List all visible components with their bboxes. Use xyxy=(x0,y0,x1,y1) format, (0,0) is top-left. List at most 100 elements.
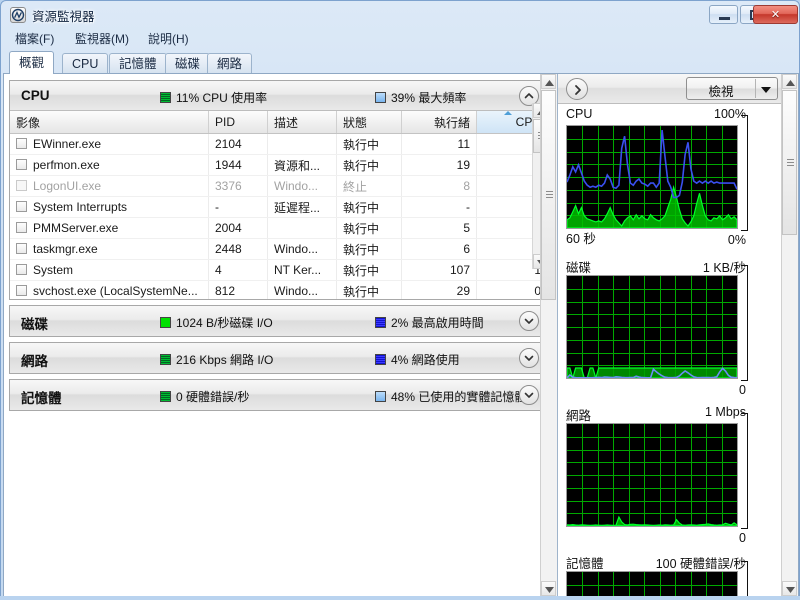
left-pane-scrollbar[interactable] xyxy=(540,74,557,596)
scroll-thumb[interactable] xyxy=(541,90,556,300)
right-pane: 檢視 CPU 100% 0% 60 秒磁碟 1 KB/秒 0 網路 1 Mbps 0 記憶體 100… xyxy=(557,74,798,596)
row-checkbox[interactable] xyxy=(16,285,27,296)
scroll-up-button[interactable] xyxy=(782,74,797,89)
cell-pid: 812 xyxy=(208,280,268,299)
column-header-desc[interactable]: 描述 xyxy=(267,111,337,134)
cell-image: perfmon.exe xyxy=(10,154,209,176)
graph-plot[interactable] xyxy=(566,423,738,527)
row-checkbox[interactable] xyxy=(16,138,27,149)
graph-plot[interactable] xyxy=(566,275,738,379)
scroll-down-button[interactable] xyxy=(541,581,556,596)
graph-range-bracket xyxy=(741,265,748,381)
table-row[interactable]: PMMServer.exe2004執行中511.19 xyxy=(10,217,548,239)
right-pane-scrollbar[interactable] xyxy=(781,74,798,596)
triangle-up-icon xyxy=(786,80,795,86)
scroll-up-button[interactable] xyxy=(541,74,556,89)
sort-ascending-icon xyxy=(504,111,512,115)
scroll-thumb-grip xyxy=(787,158,794,167)
table-row[interactable]: perfmon.exe1944資源和...執行中1921.28 xyxy=(10,154,548,176)
graph-range-bracket xyxy=(741,561,748,596)
column-header-threads[interactable]: 執行緒 xyxy=(401,111,477,134)
graph-記憶體: 記憶體 100 硬體錯誤/秒 xyxy=(566,553,748,596)
disk-section-header[interactable]: 磁碟 1024 B/秒磁碟 I/O 2% 最高啟用時間 xyxy=(10,306,548,336)
column-header-status[interactable]: 狀態 xyxy=(336,111,402,134)
minimize-button[interactable] xyxy=(709,5,738,24)
view-dropdown-button[interactable]: 檢視 xyxy=(686,77,778,100)
green-swatch-icon xyxy=(160,354,171,365)
menu-monitor[interactable]: 監視器(M) xyxy=(68,31,136,48)
cell-status: 執行中 xyxy=(336,133,402,155)
navy-swatch-icon xyxy=(375,354,386,365)
table-row[interactable]: svchost.exe (LocalSystemNe... 812 Windo...… xyxy=(10,280,548,299)
graph-title: 網路 xyxy=(566,409,592,423)
memory-section-header[interactable]: 記憶體 0 硬體錯誤/秒 48% 已使用的實體記憶體 xyxy=(10,380,548,410)
cell-threads: 5 xyxy=(401,217,477,239)
menu-file[interactable]: 檔案(F) xyxy=(8,31,61,48)
network-section-expand-button[interactable] xyxy=(519,348,539,368)
cell-status: 執行中 xyxy=(336,217,402,239)
scroll-down-button[interactable] xyxy=(782,581,797,596)
cell-pid: 1944 xyxy=(208,154,268,176)
cell-pid: 2104 xyxy=(208,133,268,155)
blue-swatch-icon xyxy=(375,92,386,103)
cell-image: EWinner.exe xyxy=(10,133,209,155)
graph-plot[interactable] xyxy=(566,571,738,596)
graph-timespan-label: 60 秒 xyxy=(566,232,596,246)
graph-min-label: 0 xyxy=(739,531,746,545)
cpu-usage-legend: 11% CPU 使用率 xyxy=(160,89,267,106)
cell-pid: - xyxy=(208,196,268,218)
process-table: 影像 PID 描述 狀態 執行緒 CPU 平均 C... xyxy=(10,111,548,299)
tab-network[interactable]: 網路 xyxy=(207,53,253,74)
cell-pid: 3376 xyxy=(208,175,268,197)
tab-memory[interactable]: 記憶體 xyxy=(109,53,167,74)
cpu-frequency-legend: 39% 最大頻率 xyxy=(375,89,466,106)
menu-help[interactable]: 說明(H) xyxy=(141,31,196,48)
cpu-section-title: CPU xyxy=(21,88,50,103)
disk-section-expand-button[interactable] xyxy=(519,311,539,331)
graph-min-label: 0 xyxy=(739,383,746,397)
blue-swatch-icon xyxy=(375,391,386,402)
row-checkbox[interactable] xyxy=(16,222,27,233)
network-section-header[interactable]: 網路 216 Kbps 網路 I/O 4% 網路使用 xyxy=(10,343,548,373)
column-header-image[interactable]: 影像 xyxy=(10,111,209,134)
chevron-down-icon xyxy=(524,355,534,361)
cell-threads: 19 xyxy=(401,154,477,176)
cell-desc: 資源和... xyxy=(267,154,337,176)
cell-status: 終止 xyxy=(336,175,402,197)
chevron-down-icon xyxy=(761,87,771,93)
row-checkbox[interactable] xyxy=(16,180,27,191)
cpu-section-header[interactable]: CPU 11% CPU 使用率 39% 最大頻率 xyxy=(10,81,548,111)
row-checkbox[interactable] xyxy=(16,159,27,170)
tab-disk[interactable]: 磁碟 xyxy=(165,53,211,74)
cell-threads: 6 xyxy=(401,238,477,260)
green-swatch-icon xyxy=(160,92,171,103)
memory-faults-legend: 0 硬體錯誤/秒 xyxy=(160,388,249,405)
table-row[interactable]: System Interrupts-延遲程...執行中-20.73 xyxy=(10,196,548,218)
collapse-right-panel-button[interactable] xyxy=(566,78,588,100)
cpu-section: CPU 11% CPU 使用率 39% 最大頻率 影像 PID 描述 狀態 執行… xyxy=(9,80,549,300)
graph-plot[interactable] xyxy=(566,125,738,229)
row-checkbox[interactable] xyxy=(16,264,27,275)
table-row[interactable]: LogonUI.exe3376Windo...終止820.04 xyxy=(10,175,548,197)
cell-pid: 4 xyxy=(208,259,268,281)
disk-section-title: 磁碟 xyxy=(21,317,48,332)
scroll-thumb[interactable] xyxy=(782,90,797,235)
table-row[interactable]: System4NT Ker...執行中10710.24 xyxy=(10,259,548,281)
cell-status: 執行中 xyxy=(336,280,402,299)
row-checkbox[interactable] xyxy=(16,243,27,254)
row-checkbox[interactable] xyxy=(16,201,27,212)
close-button[interactable]: ✕ xyxy=(753,5,798,24)
table-row[interactable]: EWinner.exe2104執行中1169.85 xyxy=(10,133,548,155)
tab-cpu[interactable]: CPU xyxy=(62,53,109,74)
green-swatch-icon xyxy=(160,317,171,328)
cell-image: LogonUI.exe xyxy=(10,175,209,197)
cell-desc: Windo... xyxy=(267,280,337,299)
table-row[interactable]: taskmgr.exe2448Windo...執行中610.55 xyxy=(10,238,548,260)
memory-section-expand-button[interactable] xyxy=(519,385,539,405)
tab-overview[interactable]: 概觀 xyxy=(9,51,55,74)
column-header-pid[interactable]: PID xyxy=(208,111,268,134)
graph-title: 記憶體 xyxy=(566,557,604,571)
cell-threads: - xyxy=(401,196,477,218)
cell-desc: Windo... xyxy=(267,238,337,260)
process-table-body: EWinner.exe2104執行中1169.85perfmon.exe1944… xyxy=(10,133,548,299)
